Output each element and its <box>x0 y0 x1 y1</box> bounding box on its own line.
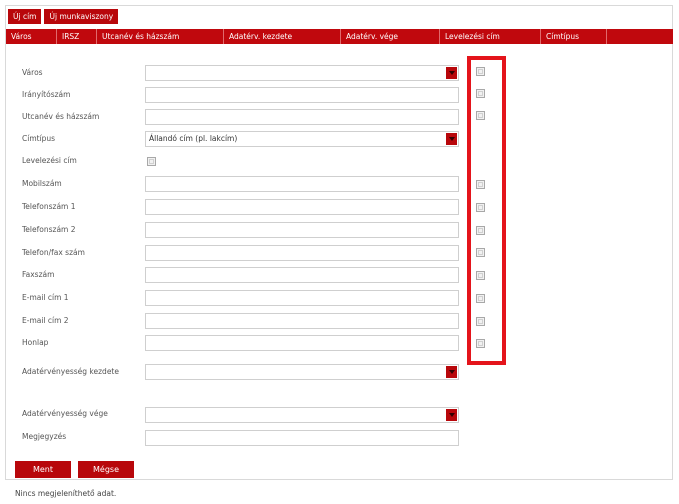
note-input[interactable] <box>145 430 459 446</box>
email2-input[interactable] <box>145 313 459 329</box>
address-type-value: Állandó cím (pl. lakcím) <box>149 134 238 143</box>
phone1-label: Telefonszám 1 <box>22 202 76 211</box>
homepage-label: Honlap <box>22 338 49 347</box>
phone-fax-label: Telefon/fax szám <box>22 248 85 257</box>
phone1-input[interactable] <box>145 199 459 215</box>
valid-from-select[interactable] <box>145 364 459 380</box>
mailing-checkbox[interactable] <box>147 157 156 166</box>
column-header-address-type[interactable]: Címtípus <box>541 29 607 44</box>
column-header-street[interactable]: Utcanév és házszám <box>97 29 224 44</box>
address-type-label: Címtípus <box>22 134 56 143</box>
street-label: Utcanév és házszám <box>22 112 100 121</box>
city-label: Város <box>22 68 43 77</box>
email2-label: E-mail cím 2 <box>22 316 69 325</box>
fax-input[interactable] <box>145 267 459 283</box>
save-button[interactable]: Ment <box>15 461 71 478</box>
phone2-label: Telefonszám 2 <box>22 225 76 234</box>
zip-label: Irányítószám <box>22 90 71 99</box>
phone-fax-input[interactable] <box>145 245 459 261</box>
column-header-city[interactable]: Város <box>6 29 57 44</box>
empty-message: Nincs megjeleníthető adat. <box>15 489 117 498</box>
chevron-down-icon[interactable] <box>446 409 457 421</box>
email1-input[interactable] <box>145 290 459 306</box>
fax-label: Faxszám <box>22 270 55 279</box>
homepage-input[interactable] <box>145 335 459 351</box>
note-label: Megjegyzés <box>22 432 67 441</box>
valid-to-select[interactable] <box>145 407 459 423</box>
form-actions: Ment Mégse <box>15 461 134 478</box>
mobile-input[interactable] <box>145 176 459 192</box>
phone2-input[interactable] <box>145 222 459 238</box>
grid-header: Város IRSZ Utcanév és házszám Adatérv. k… <box>6 29 673 44</box>
email1-label: E-mail cím 1 <box>22 293 69 302</box>
cancel-button[interactable]: Mégse <box>78 461 134 478</box>
new-address-button[interactable]: Új cím <box>8 9 42 24</box>
highlight-box <box>467 56 506 365</box>
column-header-valid-to[interactable]: Adatérv. vége <box>341 29 440 44</box>
chevron-down-icon[interactable] <box>446 366 457 378</box>
valid-to-label: Adatérvényesség vége <box>22 409 108 418</box>
mailing-label: Levelezési cím <box>22 156 77 165</box>
new-employment-button[interactable]: Új munkaviszony <box>44 9 119 24</box>
column-header-zip[interactable]: IRSZ <box>57 29 97 44</box>
chevron-down-icon[interactable] <box>446 67 457 79</box>
city-select[interactable] <box>145 65 459 81</box>
zip-input[interactable] <box>145 87 459 103</box>
chevron-down-icon[interactable] <box>446 133 457 145</box>
street-input[interactable] <box>145 109 459 125</box>
toolbar: Új cím Új munkaviszony <box>8 9 119 24</box>
column-header-valid-from[interactable]: Adatérv. kezdete <box>224 29 341 44</box>
column-header-mailing[interactable]: Levelezési cím <box>440 29 541 44</box>
mobile-label: Mobilszám <box>22 179 62 188</box>
address-type-select[interactable]: Állandó cím (pl. lakcím) <box>145 131 459 147</box>
valid-from-label: Adatérvényesség kezdete <box>22 367 119 376</box>
